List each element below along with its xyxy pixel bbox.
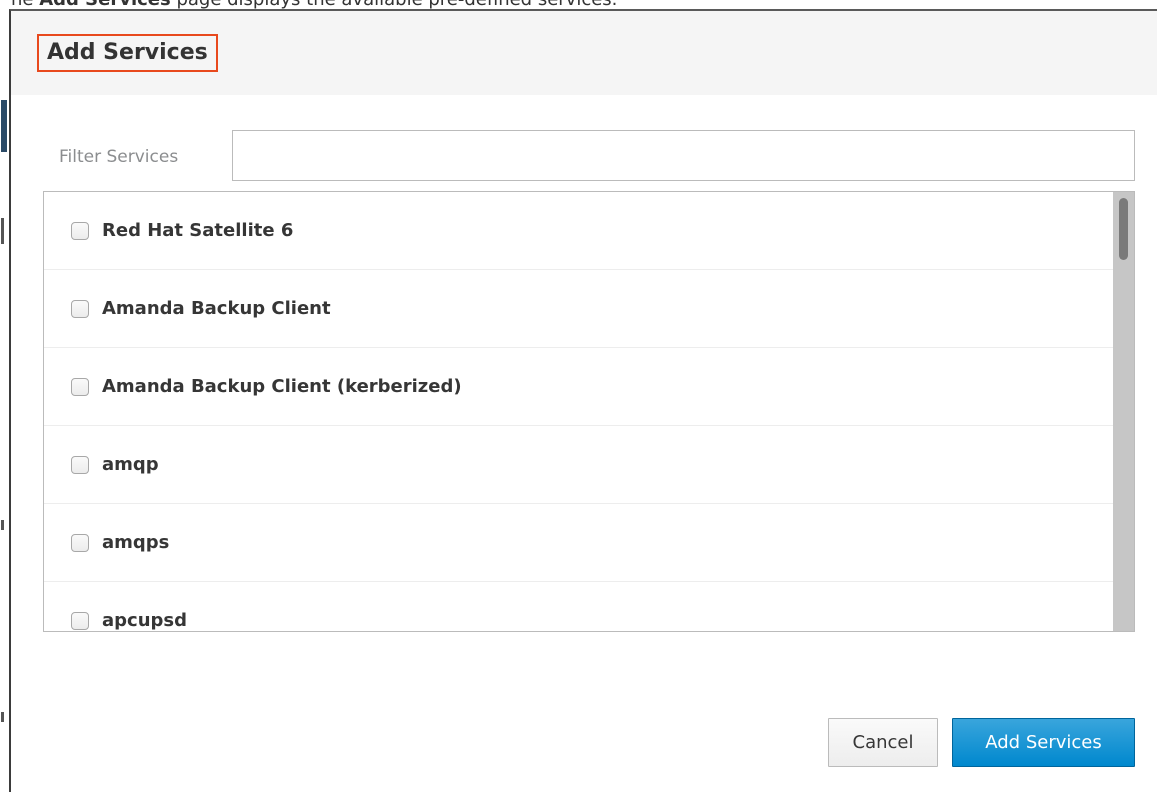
service-label[interactable]: Red Hat Satellite 6: [102, 218, 293, 244]
services-list-content: Red Hat Satellite 6 Amanda Backup Client A…: [44, 192, 1113, 631]
filter-services-label: Filter Services: [59, 147, 179, 167]
service-label[interactable]: Amanda Backup Client: [102, 296, 331, 322]
service-label[interactable]: amqps: [102, 530, 169, 556]
services-list-scrollbar[interactable]: [1113, 192, 1134, 631]
background-page-edge: [0, 0, 9, 792]
service-label[interactable]: Amanda Backup Client (kerberized): [102, 374, 462, 400]
service-list-item[interactable]: Red Hat Satellite 6: [44, 192, 1113, 270]
service-checkbox[interactable]: [71, 612, 89, 630]
service-checkbox[interactable]: [71, 456, 89, 474]
filter-services-input[interactable]: [232, 130, 1135, 181]
dialog-title: Add Services: [37, 34, 218, 72]
service-checkbox[interactable]: [71, 378, 89, 396]
service-checkbox[interactable]: [71, 300, 89, 318]
service-list-item[interactable]: Amanda Backup Client: [44, 270, 1113, 348]
cancel-button[interactable]: Cancel: [828, 718, 938, 767]
service-checkbox[interactable]: [71, 222, 89, 240]
background-fragment: [1, 712, 4, 722]
scrollbar-thumb[interactable]: [1119, 198, 1128, 260]
add-services-dialog: Add Services Filter Services Red Hat Sat…: [9, 9, 1157, 792]
background-fragment: [1, 520, 4, 530]
services-list[interactable]: Red Hat Satellite 6 Amanda Backup Client A…: [43, 191, 1135, 632]
service-label[interactable]: apcupsd: [102, 608, 187, 631]
service-checkbox[interactable]: [71, 534, 89, 552]
add-services-button[interactable]: Add Services: [952, 718, 1135, 767]
service-list-item[interactable]: Amanda Backup Client (kerberized): [44, 348, 1113, 426]
dialog-header: Add Services: [11, 11, 1157, 95]
service-list-item[interactable]: amqps: [44, 504, 1113, 582]
background-fragment: [1, 100, 7, 152]
service-list-item[interactable]: amqp: [44, 426, 1113, 504]
service-list-item[interactable]: apcupsd: [44, 582, 1113, 631]
background-fragment: [1, 218, 4, 244]
service-label[interactable]: amqp: [102, 452, 159, 478]
